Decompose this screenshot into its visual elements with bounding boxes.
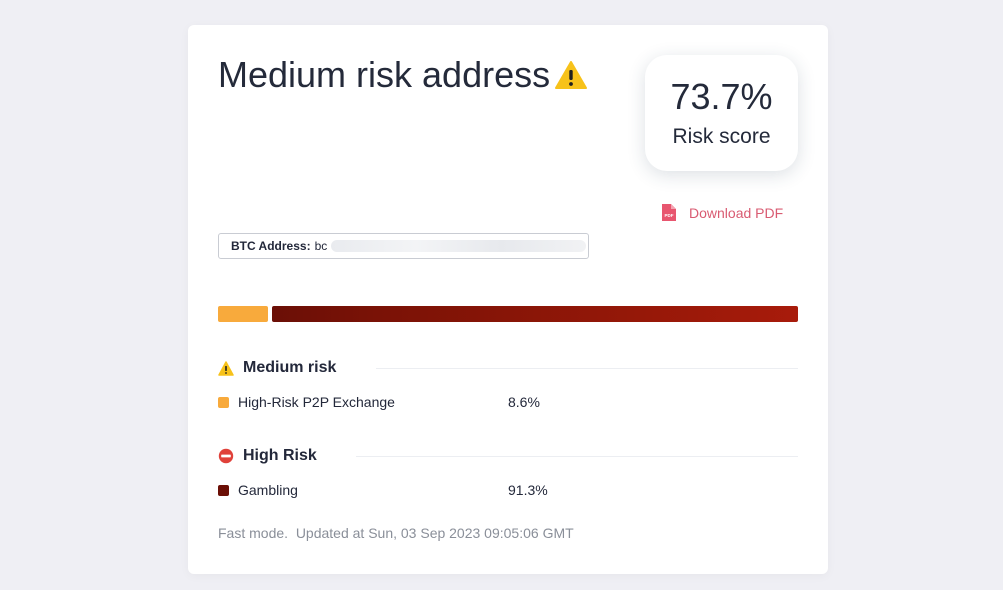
risk-distribution-bar: [218, 306, 798, 322]
category-color-swatch: [218, 396, 229, 408]
warning-icon: [218, 360, 234, 376]
section-heading-medium-risk: Medium risk: [218, 359, 336, 377]
updated-timestamp: Updated at Sun, 03 Sep 2023 09:05:06 GMT: [295, 525, 574, 541]
category-percent: 91.3%: [508, 482, 548, 498]
section-heading-high-risk: High Risk: [218, 447, 317, 465]
category-color-swatch: [218, 484, 229, 496]
btc-address-field[interactable]: BTC Address: bc: [218, 233, 589, 259]
section-heading-label: High Risk: [243, 447, 317, 464]
risk-bar-segment-gambling: [272, 306, 798, 322]
risk-bar-segment-p2p-exchange: [218, 306, 268, 322]
risk-report-card: Medium risk address 73.7% Risk score PDF…: [188, 25, 828, 574]
category-name: Gambling: [238, 482, 298, 498]
risk-score-label: Risk score: [672, 125, 771, 148]
address-redacted-blur: [331, 240, 587, 252]
section-divider: [356, 456, 798, 457]
mode-text: Fast mode.: [218, 525, 289, 541]
pdf-file-icon: PDF: [661, 203, 677, 222]
risk-score-value: 73.7%: [670, 76, 773, 117]
section-divider: [376, 368, 798, 369]
section-heading-label: Medium risk: [243, 359, 337, 376]
btc-address-label: BTC Address:: [231, 239, 311, 253]
warning-icon: [554, 60, 588, 90]
download-pdf-link[interactable]: PDF Download PDF: [661, 203, 783, 222]
download-pdf-label: Download PDF: [689, 204, 784, 221]
category-percent: 8.6%: [508, 394, 540, 410]
svg-text:PDF: PDF: [665, 213, 674, 218]
btc-address-value: bc: [314, 239, 328, 253]
risk-score-box: 73.7% Risk score: [645, 55, 798, 171]
list-item: Gambling 91.3%: [218, 482, 618, 498]
update-status-text: Fast mode. Updated at Sun, 03 Sep 2023 0…: [218, 525, 574, 541]
no-entry-icon: [218, 448, 234, 464]
page-title: Medium risk address: [218, 55, 588, 95]
title-text: Medium risk address: [218, 54, 551, 95]
list-item: High-Risk P2P Exchange 8.6%: [218, 394, 618, 410]
category-name: High-Risk P2P Exchange: [238, 394, 395, 410]
